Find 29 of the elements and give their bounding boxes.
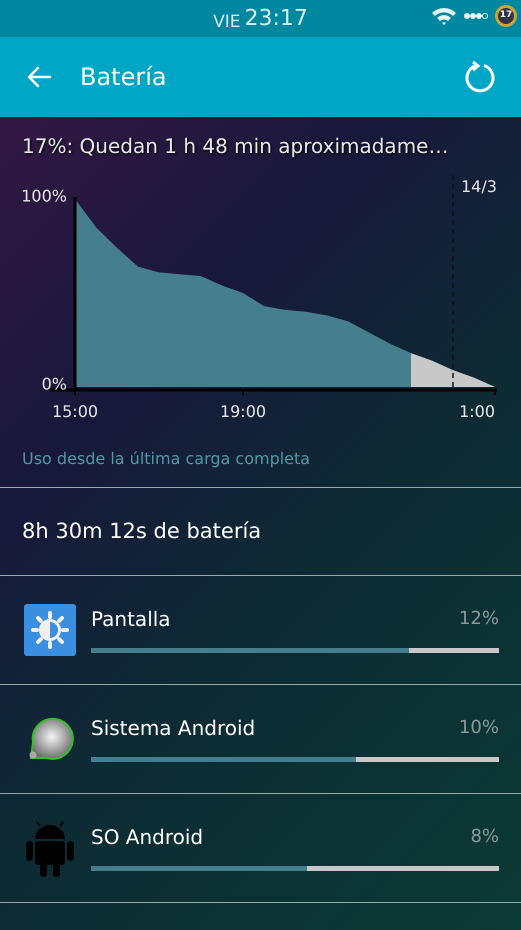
app-name: Pantalla — [91, 606, 171, 632]
app-name: Sistema Android — [91, 714, 256, 742]
app-usage-row[interactable]: Sistema Android 10% — [0, 685, 521, 794]
x-axis-label: 19:00 — [220, 402, 266, 421]
page-title: Batería — [80, 62, 168, 93]
signal-dots-icon — [463, 12, 489, 20]
x-axis-label: 15:00 — [52, 402, 98, 421]
y-axis-label: 0% — [42, 374, 67, 394]
usage-percent: 10% — [458, 716, 499, 740]
usage-percent: 8% — [470, 825, 499, 849]
brightness-icon — [23, 603, 77, 657]
x-axis-label: 1:00 — [459, 402, 495, 421]
battery-percent: 17 — [500, 9, 512, 22]
app-name: SO Android — [91, 824, 204, 850]
status-day: VIE — [213, 10, 240, 35]
usage-duration: 8h 30m 12s de batería — [22, 518, 262, 545]
android-robot-icon — [25, 819, 75, 877]
date-label: 14/3 — [461, 177, 497, 196]
wifi-icon — [431, 5, 457, 27]
status-time: 23:17 — [244, 5, 308, 33]
battery-estimate: 17%: Quedan 1 h 48 min aproximadame… — [22, 133, 450, 160]
back-arrow-icon — [26, 66, 52, 88]
refresh-button[interactable] — [463, 60, 497, 94]
y-axis-label: 100% — [21, 186, 67, 206]
app-usage-row[interactable]: Pantalla 12% — [0, 576, 521, 685]
usage-percent: 12% — [458, 607, 499, 631]
app-usage-row[interactable]: SO Android 8% — [0, 794, 521, 903]
refresh-icon — [464, 61, 496, 93]
chart-caption: Uso desde la última carga completa — [22, 449, 310, 468]
